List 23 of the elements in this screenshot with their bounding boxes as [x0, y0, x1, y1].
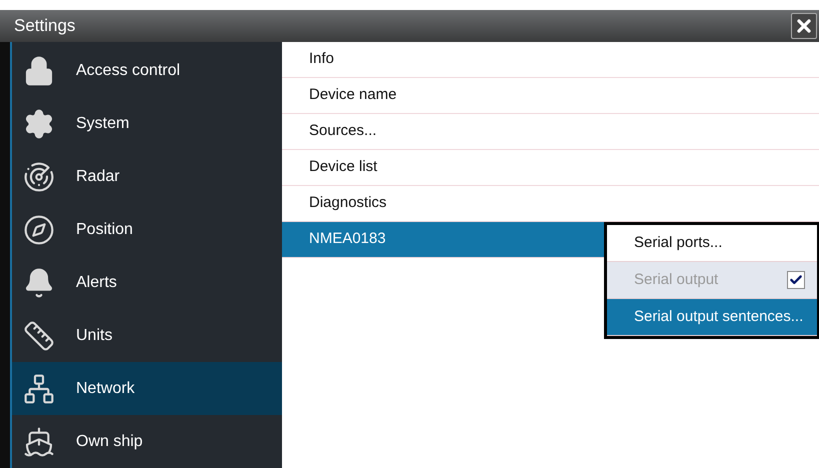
radar-icon — [23, 161, 55, 194]
sidebar-item[interactable]: Network — [10, 362, 282, 416]
sidebar-item[interactable]: Own ship — [10, 415, 282, 468]
ruler-icon — [23, 320, 55, 352]
menu-item[interactable]: Serial output sentences... — [607, 299, 817, 336]
ship-icon — [23, 426, 55, 458]
list-item[interactable]: Device name — [282, 78, 819, 114]
list-item[interactable]: Info — [282, 42, 819, 78]
sidebar-item[interactable]: Alerts — [10, 256, 282, 310]
compass-icon — [23, 214, 55, 246]
sidebar-item[interactable]: Position — [10, 204, 282, 256]
sidebar-item[interactable]: System — [10, 98, 282, 151]
close-button[interactable] — [791, 13, 817, 39]
sidebar-item[interactable]: Units — [10, 309, 282, 362]
sidebar-item[interactable]: Radar — [10, 150, 282, 204]
list-item[interactable]: Sources... — [282, 114, 819, 150]
sidebar-item[interactable]: Access control — [10, 45, 282, 98]
list-item[interactable]: Device list — [282, 150, 819, 186]
network-icon — [23, 372, 55, 405]
bell-icon — [23, 266, 55, 299]
window-title: Settings — [14, 15, 76, 38]
check-icon — [789, 273, 803, 287]
list-item[interactable]: NMEA0183 — [282, 222, 604, 258]
